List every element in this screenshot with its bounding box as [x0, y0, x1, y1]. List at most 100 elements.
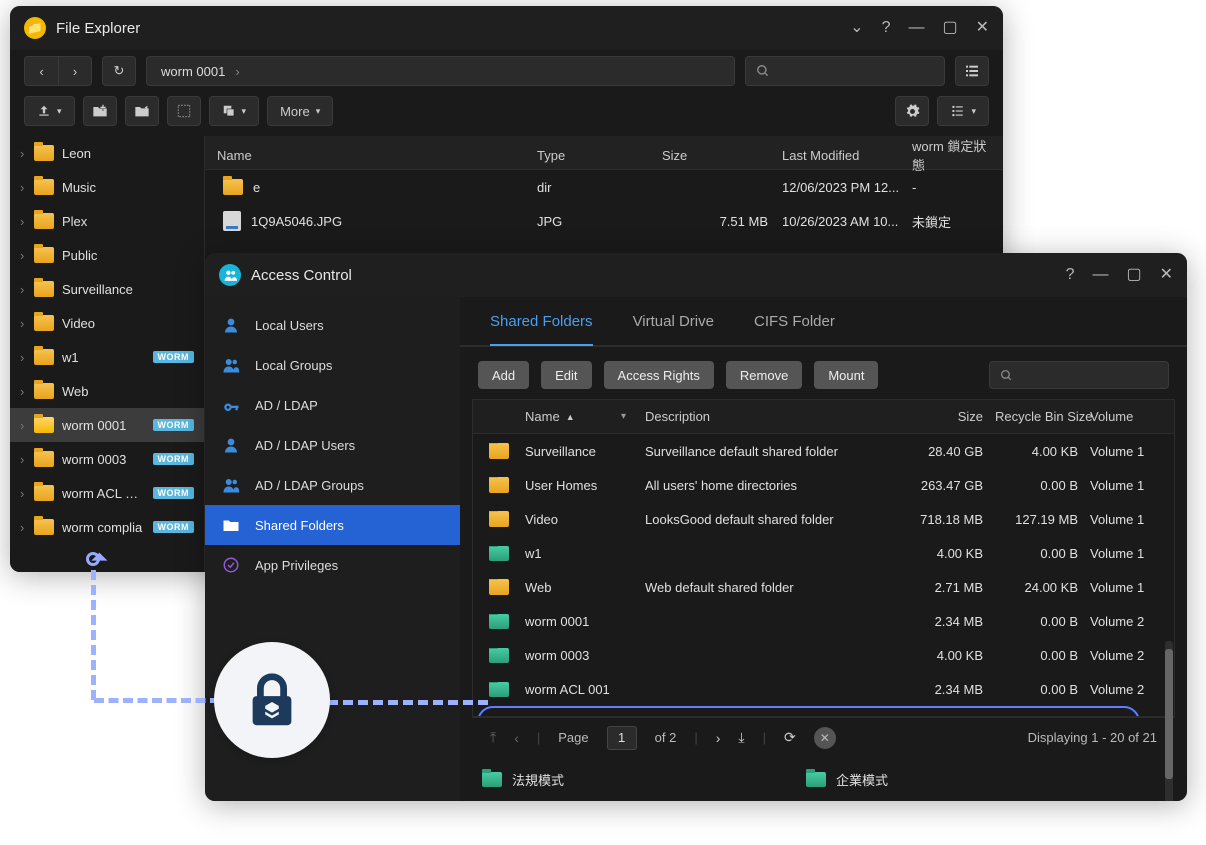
upload-button[interactable]: ▾ [24, 96, 75, 126]
table-row[interactable]: User HomesAll users' home directories263… [473, 468, 1174, 502]
settings-button[interactable] [895, 96, 929, 126]
nav-back-button[interactable]: ‹ [24, 56, 58, 86]
new-folder-button[interactable] [83, 96, 117, 126]
table-row[interactable]: worm compliance ...4.00 KB0.00 BVolume 2 [473, 706, 1174, 716]
col-size[interactable]: Size [899, 409, 989, 424]
edit-button[interactable]: Edit [541, 361, 591, 389]
sidebar-item[interactable]: AD / LDAP Groups [205, 465, 460, 505]
col-worm[interactable]: worm 鎖定狀態 [912, 136, 991, 174]
access-rights-button[interactable]: Access Rights [604, 361, 714, 389]
file-name: e [253, 180, 260, 195]
fe-close-icon[interactable]: ✕ [976, 20, 989, 36]
table-row[interactable]: SurveillanceSurveillance default shared … [473, 434, 1174, 468]
fe-minimize-icon[interactable]: ― [908, 20, 924, 36]
tab-virtual-drive[interactable]: Virtual Drive [633, 298, 714, 346]
file-row[interactable]: edir12/06/2023 PM 12...- [205, 170, 1003, 204]
file-type: dir [537, 180, 662, 195]
cell-name: worm compliance ... [519, 716, 639, 717]
tree-item[interactable]: Plex [10, 204, 204, 238]
file-explorer-icon: 📁 [24, 17, 46, 39]
select-button[interactable] [167, 96, 201, 126]
page-next-button[interactable]: › [716, 730, 721, 746]
sidebar-item[interactable]: Local Groups [205, 345, 460, 385]
ac-help-icon[interactable]: ? [1066, 267, 1075, 283]
scrollbar-thumb[interactable] [1165, 649, 1173, 779]
fe-collapse-icon[interactable]: ⌄ [850, 20, 863, 36]
ac-search-input[interactable] [989, 361, 1169, 389]
breadcrumb-segment[interactable]: worm 0001 [161, 64, 225, 79]
col-name[interactable]: Name [217, 148, 537, 163]
sidebar-item[interactable]: App Privileges [205, 545, 460, 585]
sidebar-item[interactable]: AD / LDAP [205, 385, 460, 425]
sidebar-item-label: Local Users [255, 318, 324, 333]
add-button[interactable]: Add [478, 361, 529, 389]
cell-desc: All users' home directories [639, 478, 899, 493]
folder-share-button[interactable] [125, 96, 159, 126]
folder-worm-icon [489, 682, 509, 697]
tab-cifs-folder[interactable]: CIFS Folder [754, 298, 835, 346]
cell-desc: LooksGood default shared folder [639, 512, 899, 527]
col-recycle[interactable]: Recycle Bin Size [989, 409, 1084, 424]
table-row[interactable]: worm ACL 0012.34 MB0.00 BVolume 2 [473, 672, 1174, 706]
user-icon [221, 315, 241, 335]
table-row[interactable]: WebWeb default shared folder2.71 MB24.00… [473, 570, 1174, 604]
table-row[interactable]: w14.00 KB0.00 BVolume 1 [473, 536, 1174, 570]
col-type[interactable]: Type [537, 148, 662, 163]
tree-item[interactable]: worm ACL 001WORM [10, 476, 204, 510]
page-first-button[interactable]: ⤒ [490, 729, 496, 746]
mount-button[interactable]: Mount [814, 361, 878, 389]
ac-maximize-icon[interactable]: ▢ [1126, 267, 1141, 283]
col-size[interactable]: Size [662, 148, 782, 163]
tree-item[interactable]: Surveillance [10, 272, 204, 306]
tree-item[interactable]: Web [10, 374, 204, 408]
tree-item[interactable]: w1WORM [10, 340, 204, 374]
table-row[interactable]: worm 00012.34 MB0.00 BVolume 2 [473, 604, 1174, 638]
file-row[interactable]: 1Q9A5046.JPGJPG7.51 MB10/26/2023 AM 10..… [205, 204, 1003, 238]
nav-forward-button[interactable]: › [58, 56, 92, 86]
ac-action-bar: Add Edit Access Rights Remove Mount [460, 347, 1187, 399]
sidebar-item[interactable]: AD / LDAP Users [205, 425, 460, 465]
fe-maximize-icon[interactable]: ▢ [942, 20, 957, 36]
page-input[interactable] [607, 726, 637, 750]
fe-help-icon[interactable]: ? [882, 20, 891, 36]
col-volume[interactable]: Volume [1084, 409, 1168, 424]
breadcrumb[interactable]: worm 0001 › [146, 56, 735, 86]
page-prev-button[interactable]: ‹ [514, 730, 519, 746]
legend-compliance: 法規模式 [482, 770, 564, 789]
folder-icon [489, 477, 509, 493]
file-worm-status: 未鎖定 [912, 212, 991, 231]
page-refresh-button[interactable]: ⟳ [784, 729, 796, 746]
view-mode-button[interactable]: ▾ [937, 96, 989, 126]
tab-shared-folders[interactable]: Shared Folders [490, 298, 593, 346]
remove-button[interactable]: Remove [726, 361, 802, 389]
col-description[interactable]: Description [639, 409, 899, 424]
cell-recycle: 127.19 MB [989, 512, 1084, 527]
tree-item[interactable]: worm 0001WORM [10, 408, 204, 442]
copy-button[interactable]: ▾ [209, 96, 260, 126]
table-row[interactable]: worm 00034.00 KB0.00 BVolume 2 [473, 638, 1174, 672]
tree-item[interactable]: Music [10, 170, 204, 204]
tree-item[interactable]: Leon [10, 136, 204, 170]
column-menu-icon[interactable]: ▾ [621, 411, 626, 422]
tree-item[interactable]: Public [10, 238, 204, 272]
page-last-button[interactable]: ⤓ [738, 729, 744, 746]
more-button[interactable]: More▾ [267, 96, 333, 126]
sidebar-item[interactable]: Shared Folders [205, 505, 460, 545]
view-list-button[interactable] [955, 56, 989, 86]
tree-item[interactable]: worm 0003WORM [10, 442, 204, 476]
pager-close-button[interactable]: ✕ [814, 727, 836, 749]
folder-icon [34, 179, 54, 195]
scrollbar[interactable] [1165, 641, 1173, 801]
tree-item[interactable]: worm compliaWORM [10, 510, 204, 544]
legend: 法規模式 企業模式 [460, 757, 1187, 801]
fe-search-input[interactable] [745, 56, 945, 86]
ac-minimize-icon[interactable]: ― [1092, 267, 1108, 283]
tree-item[interactable]: Video [10, 306, 204, 340]
folder-tree[interactable]: LeonMusicPlexPublicSurveillanceVideow1WO… [10, 136, 205, 572]
refresh-button[interactable]: ↻ [102, 56, 136, 86]
col-modified[interactable]: Last Modified [782, 148, 912, 163]
cell-size: 4.00 KB [899, 648, 989, 663]
table-row[interactable]: VideoLooksGood default shared folder718.… [473, 502, 1174, 536]
sidebar-item[interactable]: Local Users [205, 305, 460, 345]
ac-close-icon[interactable]: ✕ [1160, 267, 1173, 283]
